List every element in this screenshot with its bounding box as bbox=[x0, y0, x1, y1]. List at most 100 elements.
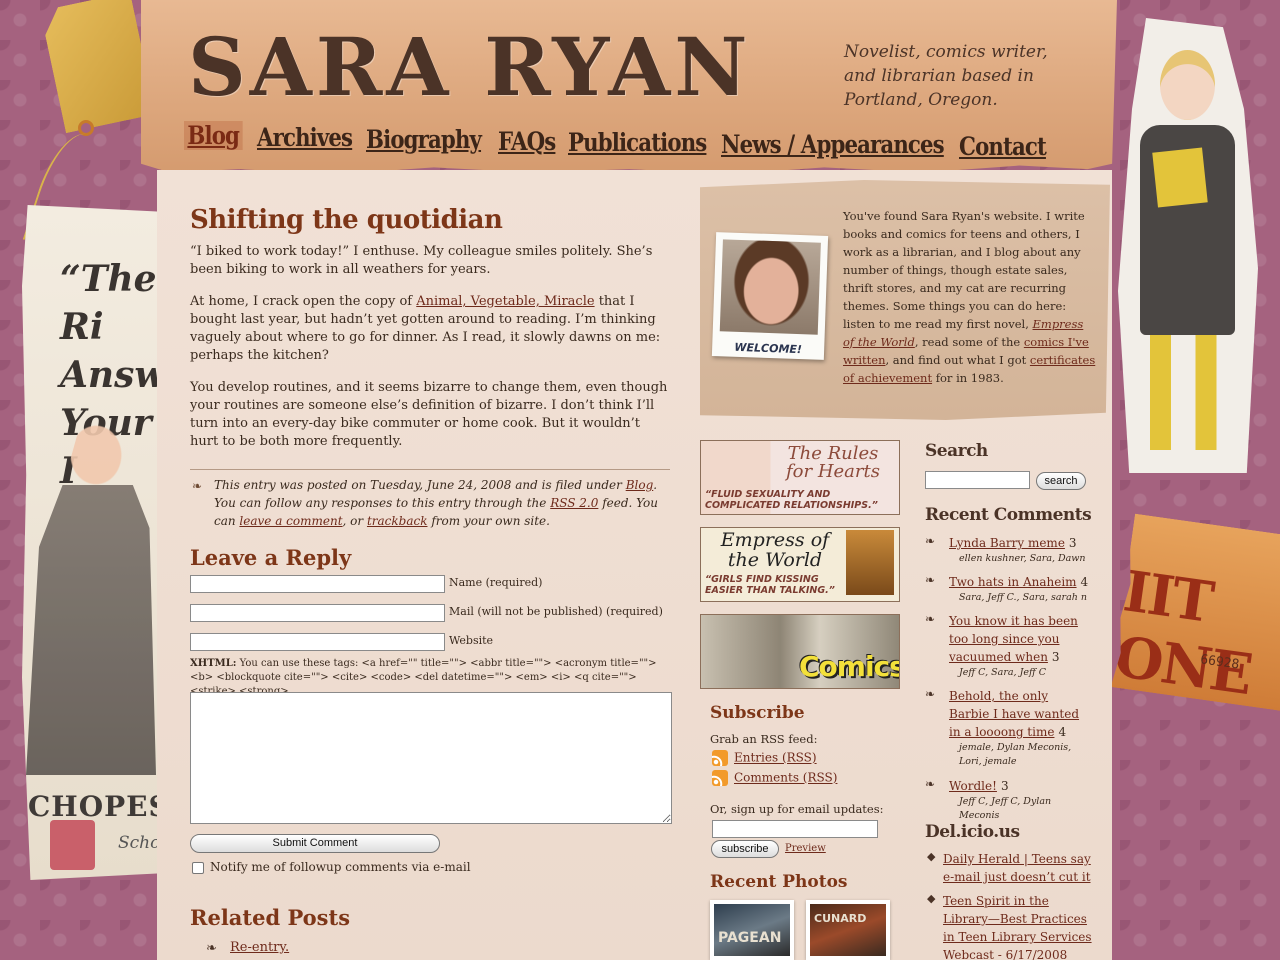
photo-caption: CUNARD bbox=[814, 912, 867, 925]
comment-bullet-icon: ❧ bbox=[925, 777, 936, 791]
nav-faqs[interactable]: FAQs bbox=[498, 127, 556, 156]
meta-text: , or bbox=[342, 514, 367, 528]
entries-rss-link[interactable]: Entries (RSS) bbox=[734, 751, 817, 765]
post-meta: ❧ This entry was posted on Tuesday, June… bbox=[190, 469, 670, 530]
book-link[interactable]: Animal, Vegetable, Miracle bbox=[416, 294, 594, 309]
comment-count[interactable]: 3 bbox=[1001, 779, 1009, 793]
book-cover bbox=[846, 530, 894, 595]
empress-of-the-world-ad[interactable]: Empress of the World “GIRLS FIND KISSING… bbox=[700, 527, 900, 602]
welcome-text: You've found Sara Ryan's website. I writ… bbox=[843, 207, 1098, 387]
comment-authors[interactable]: Jeff C, Jeff C, Dylan Meconis bbox=[959, 795, 1094, 823]
nav-blog[interactable]: Blog bbox=[184, 121, 243, 150]
vintage-ad-footer: CHOPES bbox=[28, 790, 162, 823]
trackback-link[interactable]: trackback bbox=[367, 514, 428, 528]
ad-title: The Rules for Hearts bbox=[786, 443, 880, 482]
vintage-ad-decoration: “The Ri Answe Your I CHOPES Scho bbox=[22, 205, 162, 880]
search-button[interactable]: search bbox=[1036, 472, 1086, 490]
site-tagline: Novelist, comics writer, and librarian b… bbox=[844, 42, 1048, 110]
comment-bullet-icon: ❧ bbox=[925, 573, 936, 587]
recent-photo[interactable]: PAGEAN bbox=[710, 900, 794, 960]
main-nav: Blog Archives Biography FAQs Publication… bbox=[182, 118, 1052, 168]
subscribe-heading: Subscribe bbox=[710, 703, 805, 723]
preview-link[interactable]: Preview bbox=[785, 843, 826, 854]
comment-bullet-icon: ❧ bbox=[925, 687, 936, 701]
nav-archives[interactable]: Archives bbox=[257, 123, 353, 152]
comment-count[interactable]: 4 bbox=[1081, 575, 1089, 589]
comments-rss-link[interactable]: Comments (RSS) bbox=[734, 771, 837, 785]
main-content: Shifting the quotidian “I biked to work … bbox=[190, 205, 670, 530]
nav-publications[interactable]: Publications bbox=[568, 128, 707, 157]
notify-row: Notify me of followup comments via e-mai… bbox=[192, 860, 471, 874]
welcome-copy: You've found Sara Ryan's website. I writ… bbox=[843, 209, 1085, 331]
ticket-text: IIT ONE bbox=[1110, 558, 1255, 708]
rss-icon bbox=[712, 750, 728, 766]
related-post-link[interactable]: Re-entry. bbox=[230, 940, 289, 955]
meta-text: This entry was posted on Tuesday, June 2… bbox=[214, 478, 626, 492]
reply-heading: Leave a Reply bbox=[190, 545, 352, 570]
ad-title: Empress of the World bbox=[720, 529, 830, 571]
name-field[interactable] bbox=[190, 574, 445, 593]
comment-count[interactable]: 3 bbox=[1052, 650, 1060, 664]
delicious-link[interactable]: Teen Spirit in the Library—Best Practice… bbox=[943, 892, 1095, 960]
vintage-ad-subtext: Scho bbox=[118, 833, 161, 853]
email-label: Mail (will not be published) (required) bbox=[449, 605, 663, 618]
post-title[interactable]: Shifting the quotidian bbox=[190, 205, 670, 235]
comment-authors[interactable]: Sara, Jeff C., Sara, sarah n bbox=[959, 591, 1094, 605]
comics-ad[interactable]: Comics bbox=[700, 614, 900, 689]
comment-authors[interactable]: ellen kushner, Sara, Dawn bbox=[959, 552, 1094, 566]
delicious-heading: Del.icio.us bbox=[925, 822, 1020, 842]
post-paragraph: “I biked to work today!” I enthuse. My c… bbox=[190, 244, 653, 277]
welcome-copy: , read some of the bbox=[914, 335, 1024, 349]
subscribe-button[interactable]: subscribe bbox=[711, 840, 779, 858]
comment-count[interactable]: 4 bbox=[1058, 725, 1066, 739]
recent-comment-link[interactable]: Two hats in Anaheim bbox=[949, 575, 1077, 589]
comment-authors[interactable]: jemale, Dylan Meconis, Lori, jemale bbox=[959, 741, 1094, 769]
related-bullet-icon: ❧ bbox=[206, 941, 217, 956]
delicious-link[interactable]: Daily Herald | Teens say e-mail just doe… bbox=[943, 850, 1095, 886]
post-paragraph: You develop routines, and it seems bizar… bbox=[190, 380, 668, 449]
recent-comments-heading: Recent Comments bbox=[925, 505, 1092, 525]
name-field-row: Name (required) bbox=[190, 573, 542, 593]
welcome-copy: , and find out what I got bbox=[885, 353, 1030, 367]
entries-rss-row: Entries (RSS) bbox=[712, 750, 817, 766]
category-link[interactable]: Blog bbox=[626, 478, 654, 492]
meta-text: from your own site. bbox=[427, 514, 550, 528]
submit-comment-button[interactable]: Submit Comment bbox=[190, 834, 440, 853]
nav-biography[interactable]: Biography bbox=[366, 125, 482, 154]
subscribe-email-input[interactable] bbox=[712, 820, 878, 838]
diamond-bullet-icon: ◆ bbox=[927, 892, 936, 905]
notify-checkbox[interactable] bbox=[192, 861, 204, 874]
recent-comment-link[interactable]: Lynda Barry meme bbox=[949, 536, 1065, 550]
search-heading: Search bbox=[925, 441, 988, 461]
site-title[interactable]: SARA RYAN bbox=[188, 20, 751, 114]
admit-one-ticket-decoration: IIT ONE 66928 bbox=[1111, 514, 1280, 712]
recent-photo[interactable]: CUNARD bbox=[806, 900, 890, 960]
post-body: “I biked to work today!” I enthuse. My c… bbox=[190, 243, 670, 451]
comment-bullet-icon: ❧ bbox=[925, 612, 936, 626]
nav-contact[interactable]: Contact bbox=[959, 132, 1047, 161]
recent-comment-link[interactable]: Wordle! bbox=[949, 779, 997, 793]
email-field[interactable] bbox=[190, 603, 445, 622]
author-photo bbox=[719, 239, 821, 335]
name-label: Name (required) bbox=[449, 576, 543, 589]
search-input[interactable] bbox=[925, 471, 1030, 489]
comment-count[interactable]: 3 bbox=[1069, 536, 1077, 550]
comments-rss-row: Comments (RSS) bbox=[712, 770, 837, 786]
website-field[interactable] bbox=[190, 632, 445, 651]
meta-bullet-icon: ❧ bbox=[192, 479, 203, 493]
vintage-bag-decoration bbox=[50, 820, 95, 870]
recent-photos-heading: Recent Photos bbox=[710, 872, 848, 892]
rss-feed-link[interactable]: RSS 2.0 bbox=[550, 496, 598, 510]
rss-icon bbox=[712, 770, 728, 786]
ad-caption: EASIER THAN TALKING.” bbox=[705, 585, 835, 596]
girl-head-illustration bbox=[1160, 50, 1215, 120]
leave-comment-link[interactable]: leave a comment bbox=[239, 514, 342, 528]
nav-news-appearances[interactable]: News / Appearances bbox=[721, 130, 945, 159]
comment-authors[interactable]: Jeff C, Sara, Jeff C bbox=[959, 666, 1094, 680]
rules-for-hearts-ad[interactable]: The Rules for Hearts “FLUID SEXUALITY AN… bbox=[700, 440, 900, 515]
comment-textarea[interactable] bbox=[190, 692, 672, 824]
diamond-bullet-icon: ◆ bbox=[927, 850, 936, 863]
luggage-tag-decoration bbox=[40, 0, 156, 133]
comics-label: Comics bbox=[799, 650, 900, 683]
photo-caption: PAGEAN bbox=[718, 930, 782, 946]
